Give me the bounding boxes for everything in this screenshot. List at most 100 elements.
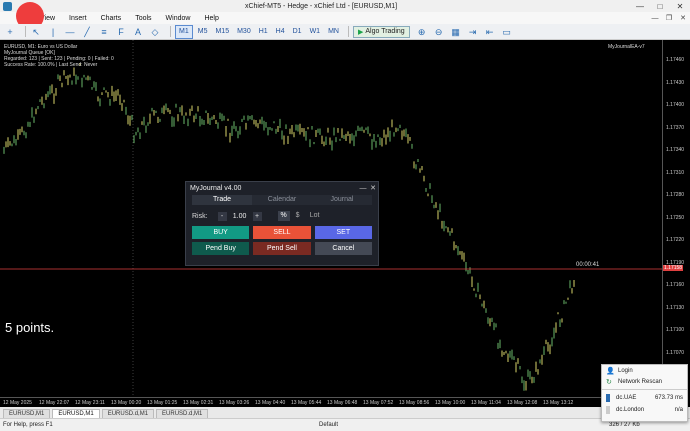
timeframe-m5-button[interactable]: M5	[195, 26, 211, 38]
mini-minimize-button[interactable]: —	[648, 15, 662, 22]
title-bar: xChief-MT5 - Hedge - xChief Ltd - [EURUS…	[0, 0, 690, 12]
time-tick-label: 13 May 05:44	[291, 400, 322, 406]
chart-tab[interactable]: EURUSD,M1	[3, 409, 51, 418]
menu-help[interactable]: Help	[204, 15, 218, 22]
time-tick-label: 13 May 06:48	[327, 400, 358, 406]
grid-icon[interactable]: ▦	[450, 26, 462, 38]
app-icon	[3, 1, 12, 11]
time-tick-label: 12 May 22:07	[39, 400, 70, 406]
menu-insert[interactable]: Insert	[69, 15, 87, 22]
network-rescan-label: Network Rescan	[618, 378, 663, 385]
risk-increase-button[interactable]: +	[252, 211, 262, 221]
timeframe-h1-button[interactable]: H1	[256, 26, 271, 38]
panel-minimize-button[interactable]: —	[358, 185, 368, 192]
points-caption: 5 points.	[5, 320, 55, 335]
algo-trading-button[interactable]: ▶ Algo Trading	[352, 25, 410, 38]
channel-icon[interactable]: ≡	[98, 26, 110, 38]
time-tick-label: 13 May 10:00	[435, 400, 466, 406]
chart-shift-icon[interactable]: ⇥	[467, 26, 479, 38]
time-tick-label: 13 May 01:25	[147, 400, 178, 406]
time-tick-label: 13 May 04:40	[255, 400, 286, 406]
cursor-icon[interactable]: ↖	[30, 26, 42, 38]
profile-name: Default	[319, 422, 339, 428]
sell-button[interactable]: SELL	[253, 226, 311, 239]
mini-restore-button[interactable]: ❐	[662, 14, 676, 22]
timeframe-mn-button[interactable]: MN	[325, 26, 342, 38]
timeframe-m15-button[interactable]: M15	[212, 26, 232, 38]
fibonacci-icon[interactable]: F	[115, 26, 127, 38]
menu-tools[interactable]: Tools	[135, 15, 151, 22]
crosshair-icon[interactable]: +	[4, 26, 16, 38]
trendline-icon[interactable]: ╱	[81, 26, 93, 38]
panel-header: MyJournal v4.00 — ✕	[186, 182, 378, 194]
price-tick-label: 1.17250	[666, 214, 685, 221]
price-tick-label: 1.17100	[666, 327, 685, 333]
timeframe-m1-button[interactable]: M1	[175, 24, 193, 39]
price-tick-label: 1.17130	[666, 304, 685, 311]
unit-percent-button[interactable]: %	[277, 211, 290, 221]
timeframe-d1-button[interactable]: D1	[290, 26, 305, 38]
pend-sell-button[interactable]: Pend Sell	[253, 242, 311, 255]
price-tick-label: 1.17160	[666, 282, 685, 288]
panel-close-button[interactable]: ✕	[368, 184, 378, 192]
price-tick-label: 1.17220	[666, 237, 685, 243]
horizontal-line-icon[interactable]: —	[64, 26, 76, 38]
help-text: For Help, press F1	[3, 422, 53, 428]
time-tick-label: 13 May 00:20	[111, 400, 142, 406]
zoom-out-icon[interactable]: ⊖	[433, 26, 445, 38]
login-label: Login	[618, 367, 633, 374]
price-tick-label: 1.17280	[666, 192, 685, 198]
risk-value-input[interactable]: 1.00	[229, 213, 251, 220]
chart-info: EURUSD, M1: Euro vs US Dollar MyJournal …	[4, 44, 114, 68]
text-icon[interactable]: A	[132, 26, 144, 38]
unit-dollar-button[interactable]: $	[292, 211, 304, 221]
chart-tab[interactable]: EURUSD.d,M1	[101, 409, 155, 418]
time-axis: 12 May 2025 12 May 22:07 12 May 23:11 13 Ma…	[0, 397, 662, 407]
unit-lot-button[interactable]: Lot	[306, 211, 324, 221]
buy-button[interactable]: BUY	[192, 226, 250, 239]
price-tick-label: 1.17400	[666, 102, 685, 108]
price-axis: 1.17460 1.17430 1.17400 1.17370 1.17340 1.173…	[662, 40, 690, 397]
maximize-button[interactable]: □	[650, 2, 670, 11]
autoscroll-icon[interactable]: ⇤	[484, 26, 496, 38]
set-button[interactable]: SET	[314, 226, 372, 239]
chart-tab-active[interactable]: EURUSD,M1	[52, 409, 100, 418]
chart-tab[interactable]: EURUSD.d,M1	[156, 409, 209, 418]
shapes-icon[interactable]: ◇	[149, 26, 161, 38]
zoom-in-icon[interactable]: ⊕	[416, 26, 428, 38]
tab-calendar[interactable]: Calendar	[252, 195, 312, 205]
pend-buy-button[interactable]: Pend Buy	[192, 242, 250, 255]
properties-icon[interactable]: ▭	[501, 26, 513, 38]
tab-trade[interactable]: Trade	[192, 195, 252, 205]
signal-bar-icon	[606, 394, 610, 402]
user-icon: 👤	[606, 367, 615, 375]
menu-charts[interactable]: Charts	[101, 15, 122, 22]
mini-close-button[interactable]: ✕	[676, 14, 690, 22]
server-name: dc.UAE	[616, 395, 637, 401]
timeframe-w1-button[interactable]: W1	[307, 26, 324, 38]
risk-row: Risk: - 1.00 + % $ Lot	[192, 209, 372, 223]
risk-decrease-button[interactable]: -	[217, 211, 227, 221]
toolbar-separator	[170, 26, 171, 37]
status-bar: For Help, press F1 Default 326 / 27 Kb	[0, 418, 690, 431]
vertical-line-icon[interactable]: |	[47, 26, 59, 38]
timeframe-m30-button[interactable]: M30	[234, 26, 254, 38]
login-item[interactable]: 👤 Login	[602, 365, 687, 376]
time-tick-label: 13 May 02:31	[183, 400, 214, 406]
timeframe-h4-button[interactable]: H4	[273, 26, 288, 38]
close-button[interactable]: ✕	[670, 2, 690, 11]
network-rescan-item[interactable]: ↻ Network Rescan	[602, 376, 687, 387]
pending-buttons-row: Pend Buy Pend Sell Cancel	[192, 242, 372, 255]
menu-window[interactable]: Window	[166, 15, 191, 22]
server-item[interactable]: dc.UAE 673.73 ms	[602, 392, 687, 404]
price-tick-label: 1.17460	[666, 57, 685, 63]
play-icon: ▶	[357, 28, 364, 36]
cancel-button[interactable]: Cancel	[314, 242, 372, 255]
minimize-button[interactable]: —	[630, 2, 650, 11]
countdown-timer: 00:00:41	[576, 262, 600, 268]
price-tick-label: 1.17430	[666, 79, 685, 86]
time-tick-label: 13 May 07:52	[363, 400, 394, 406]
time-tick-label: 13 May 11:04	[471, 400, 501, 406]
server-item[interactable]: dc.London n/a	[602, 404, 687, 416]
tab-journal[interactable]: Journal	[312, 195, 372, 205]
